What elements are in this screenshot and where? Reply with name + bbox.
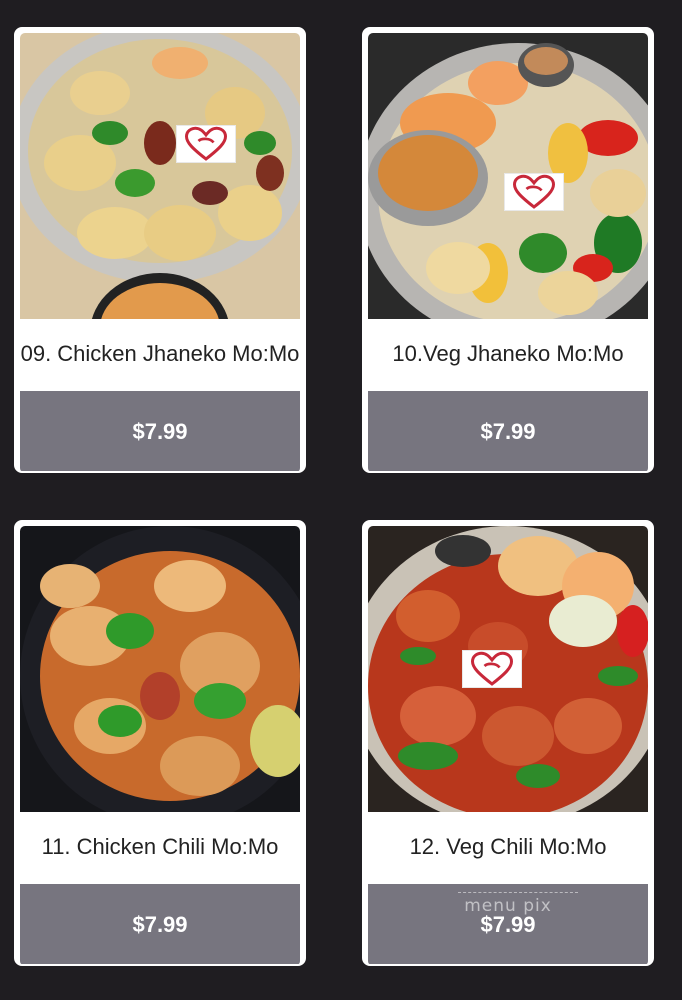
heart-logo-icon <box>184 126 228 161</box>
restaurant-logo <box>504 173 564 211</box>
restaurant-logo <box>462 650 522 688</box>
menu-item-card[interactable]: 12. Veg Chili Mo:Mo menu pix $7.99 <box>362 520 654 966</box>
item-price: $7.99 <box>480 419 536 444</box>
menu-grid: 09. Chicken Jhaneko Mo:Mo $7.99 10.Veg J… <box>0 0 682 1000</box>
heart-logo-icon <box>470 651 514 686</box>
food-photo <box>20 526 300 812</box>
food-photo <box>368 526 648 812</box>
menu-item-card[interactable]: 10.Veg Jhaneko Mo:Mo $7.99 <box>362 27 654 473</box>
heart-logo-icon <box>512 174 556 209</box>
item-price: $7.99 <box>132 912 188 937</box>
menu-item-card[interactable]: 09. Chicken Jhaneko Mo:Mo $7.99 <box>14 27 306 473</box>
item-name[interactable]: 10.Veg Jhaneko Mo:Mo <box>364 319 652 389</box>
item-name[interactable]: 12. Veg Chili Mo:Mo <box>364 812 652 882</box>
restaurant-logo <box>176 125 236 163</box>
price-button[interactable]: $7.99 <box>20 391 300 471</box>
item-name[interactable]: 09. Chicken Jhaneko Mo:Mo <box>16 319 304 389</box>
watermark-divider <box>458 892 578 893</box>
food-photo <box>20 33 300 319</box>
food-photo <box>368 33 648 319</box>
item-name[interactable]: 11. Chicken Chili Mo:Mo <box>16 812 304 882</box>
price-button[interactable]: $7.99 <box>20 884 300 964</box>
price-button[interactable]: menu pix $7.99 <box>368 884 648 964</box>
item-price: $7.99 <box>132 419 188 444</box>
menu-item-card[interactable]: 11. Chicken Chili Mo:Mo $7.99 <box>14 520 306 966</box>
item-price: $7.99 <box>480 912 536 937</box>
price-button[interactable]: $7.99 <box>368 391 648 471</box>
